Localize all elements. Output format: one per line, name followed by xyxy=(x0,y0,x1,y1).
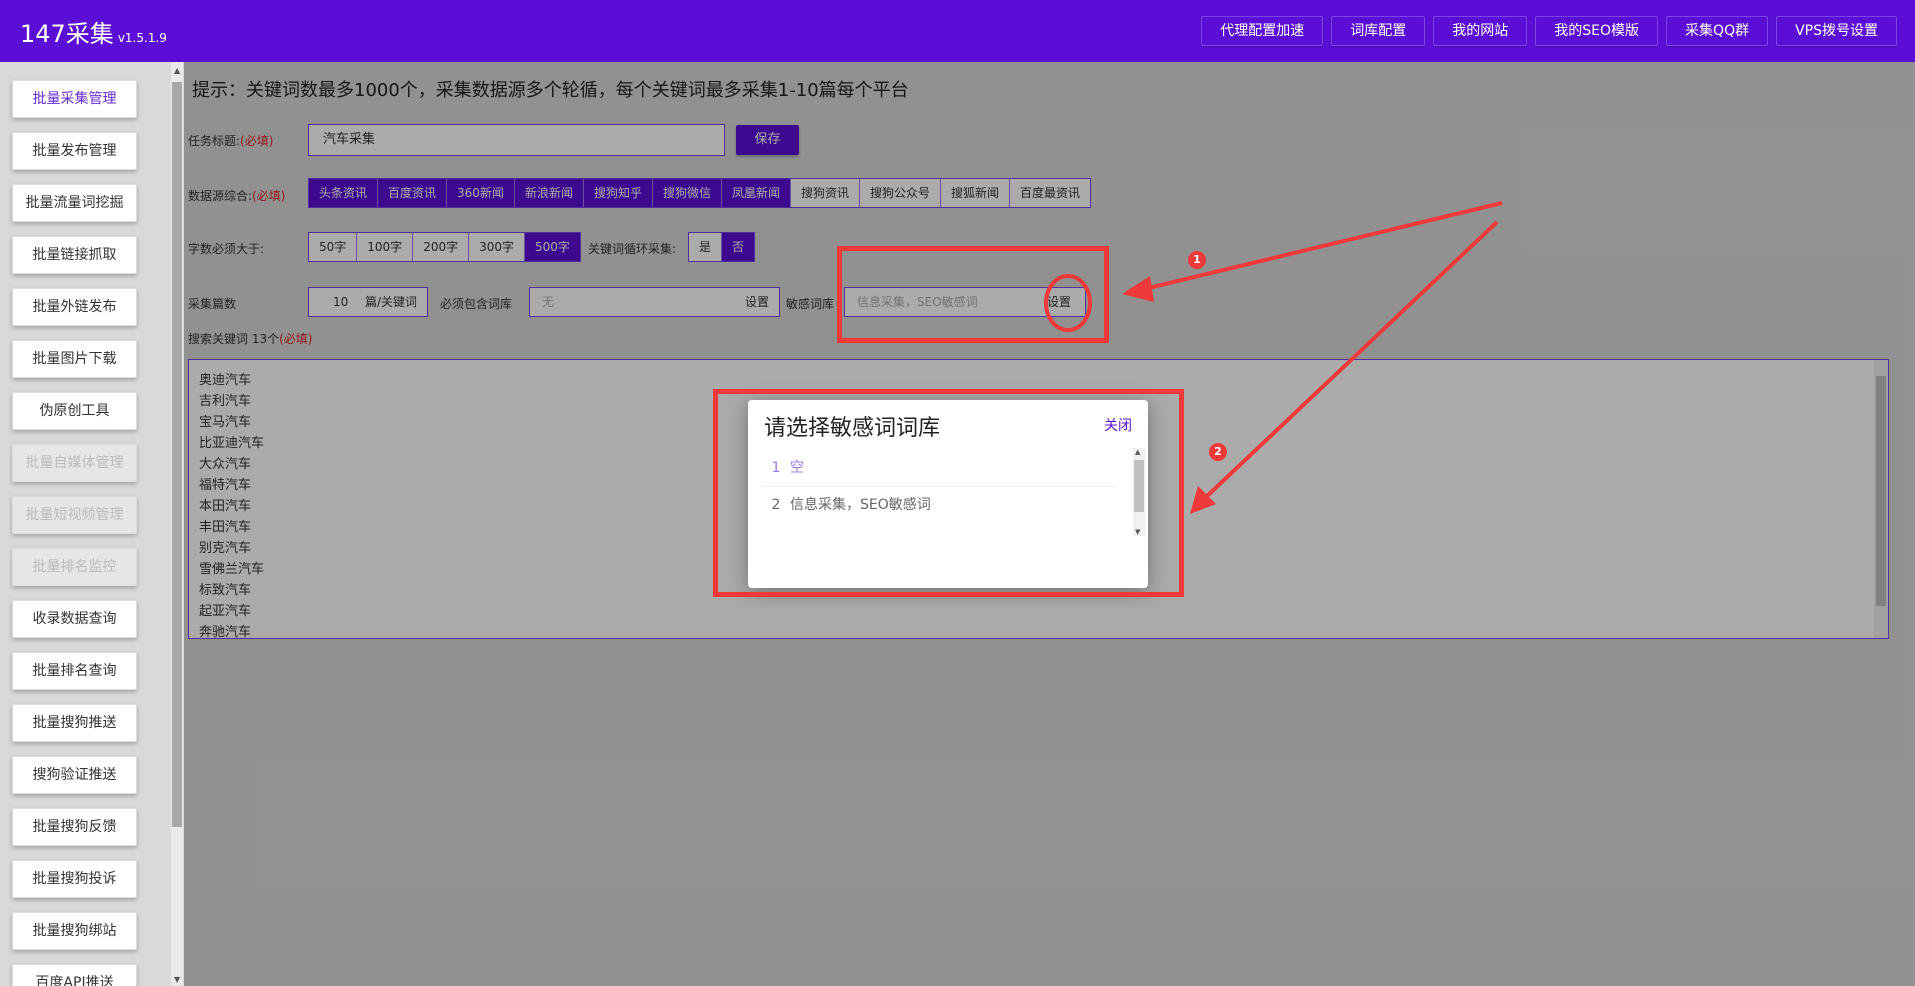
annotation-circle-set-button xyxy=(1044,274,1092,332)
annotation-badge-2: 2 xyxy=(1209,443,1227,461)
annotation-badge-1: 1 xyxy=(1188,251,1206,269)
annotation-arrowhead-1 xyxy=(1122,276,1154,302)
annotation-arrows xyxy=(1044,201,1503,514)
annotation-arrow-1 xyxy=(1139,201,1503,292)
